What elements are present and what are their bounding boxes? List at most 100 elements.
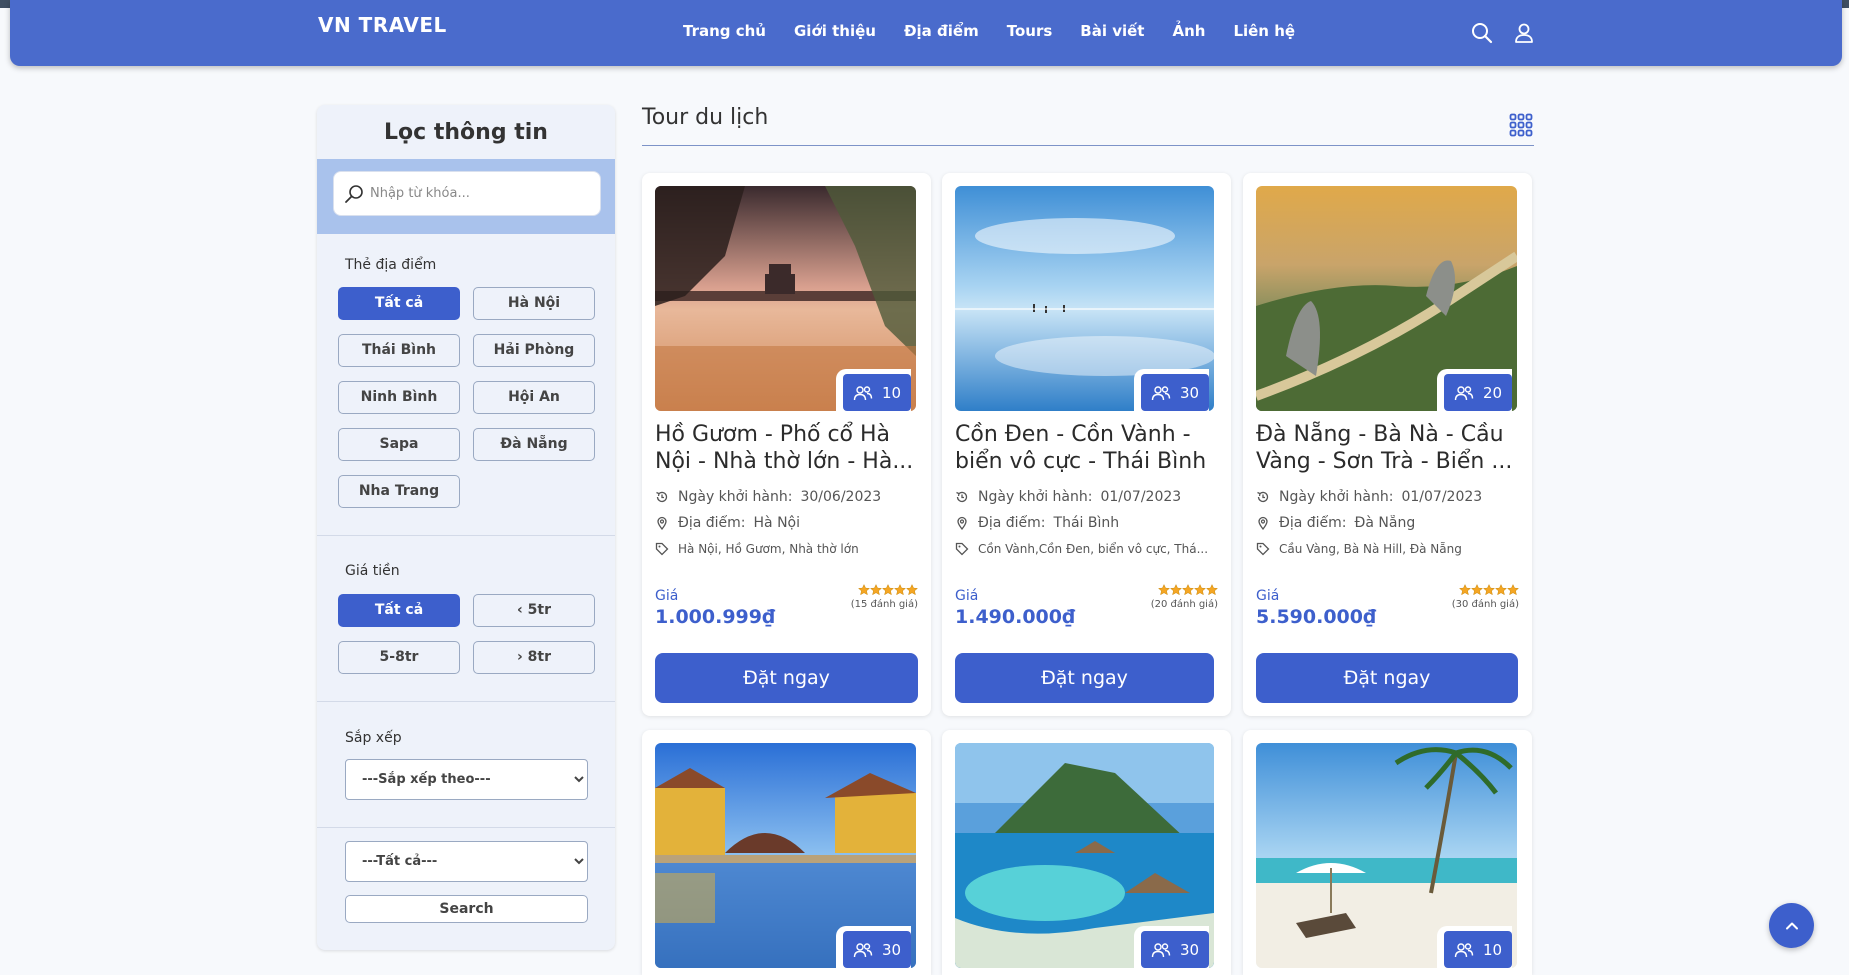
tour-image-ho-guom[interactable]: 10 [655,186,916,411]
filter-sidebar: Lọc thông tin Thẻ địa điểm Tất cả Hà Nội… [317,105,615,950]
location-value: Thái Bình [1053,515,1120,531]
nav-home[interactable]: Trang chủ [683,22,766,40]
star-icon [906,584,918,596]
rating-stars [1459,584,1519,596]
keyword-input[interactable] [370,186,590,201]
site-header: VN TRAVEL Trang chủ Giới thiệu Địa điểm … [10,0,1842,66]
star-icon [1483,584,1495,596]
location-chip-all[interactable]: Tất cả [338,287,460,320]
slots-count: 10 [881,383,902,402]
price-chip-all[interactable]: Tất cả [338,594,460,627]
location-chip-da-nang[interactable]: Đà Nẵng [473,428,595,461]
nav-tours[interactable]: Tours [1007,22,1053,40]
history-icon [1257,491,1269,503]
departure-date: 01/07/2023 [1100,489,1182,505]
price-chip-5-8tr[interactable]: 5-8tr [338,641,460,674]
tour-card[interactable]: 30 Cồn Đen - Cồn Vành - biển vô cực - Th… [942,173,1231,716]
review-count: (20 đánh giá) [1150,599,1218,610]
tour-image-hoi-an[interactable]: 30 [655,743,916,968]
title-underline [642,145,1534,146]
back-to-top-button[interactable] [1769,903,1814,948]
location-chip-hai-phong[interactable]: Hải Phòng [473,334,595,367]
star-icon [1170,584,1182,596]
location-chip-thai-binh[interactable]: Thái Bình [338,334,460,367]
group-icon [1151,942,1171,957]
location-chip-ninh-binh[interactable]: Ninh Bình [338,381,460,414]
location-label: Địa điểm: [1279,515,1347,531]
search-button[interactable]: Search [345,895,588,923]
star-icon [894,584,906,596]
departure-date-row: Ngày khởi hành: 01/07/2023 [1256,489,1521,505]
slots-count: 20 [1482,383,1503,402]
map-pin-icon [657,516,667,530]
book-now-button[interactable]: Đặt ngay [1256,653,1518,703]
slots-badge: 30 [1134,369,1209,411]
star-icon [1507,584,1519,596]
slots-badge: 10 [1437,926,1512,968]
slots-badge: 30 [1134,926,1209,968]
history-icon [956,491,968,503]
location-chip-ha-noi[interactable]: Hà Nội [473,287,595,320]
price-chip-over-8tr-label: 8tr [527,649,551,665]
tags-row: Cồn Vành,Cồn Đen, biển vô cực, Thá... [955,542,1220,556]
star-icon [1459,584,1471,596]
location-row: Địa điểm: Thái Bình [955,515,1220,531]
grid-view-icon[interactable] [1509,113,1533,137]
tour-card[interactable]: 30 [642,730,931,975]
greater-than-icon: › [517,649,528,665]
review-count: (30 đánh giá) [1451,599,1519,610]
location-chip-nha-trang[interactable]: Nha Trang [338,475,460,508]
tour-name[interactable]: Hồ Gươm - Phố cổ Hà Nội - Nhà thờ lớn - … [655,421,920,475]
sidebar-title: Lọc thông tin [384,120,548,145]
sort-select[interactable]: ---Sắp xếp theo--- [345,759,588,800]
tour-image-con-den[interactable]: 30 [955,186,1214,411]
star-icon [1206,584,1218,596]
category-select[interactable]: ---Tất cả--- [345,841,588,882]
location-chip-sapa[interactable]: Sapa [338,428,460,461]
tour-image-da-nang[interactable]: 20 [1256,186,1517,411]
star-icon [1158,584,1170,596]
slots-count: 10 [1482,940,1503,959]
tour-card[interactable]: 30 [942,730,1231,975]
nav-photos[interactable]: Ảnh [1172,22,1205,40]
tour-tags: Cồn Vành,Cồn Đen, biển vô cực, Thá... [978,542,1209,556]
nav-contact[interactable]: Liên hệ [1233,22,1295,40]
book-now-button[interactable]: Đặt ngay [955,653,1214,703]
tour-name[interactable]: Đà Nẵng - Bà Nà - Cầu Vàng - Sơn Trà - B… [1256,421,1521,475]
star-icon [1495,584,1507,596]
tour-tags: Cầu Vàng, Bà Nà Hill, Đà Nẵng [1279,542,1462,556]
tour-image-island-resort[interactable]: 30 [955,743,1214,968]
search-icon[interactable] [1470,21,1494,45]
price-label: Giá [1256,588,1280,604]
nav-about[interactable]: Giới thiệu [794,22,876,40]
keyword-search-box[interactable] [333,171,601,216]
user-icon[interactable] [1512,21,1536,45]
tour-card[interactable]: 10 [1243,730,1532,975]
book-now-button[interactable]: Đặt ngay [655,653,918,703]
nav-destinations[interactable]: Địa điểm [904,22,979,40]
chevron-up-icon [1785,922,1798,929]
tour-card[interactable]: 20 Đà Nẵng - Bà Nà - Cầu Vàng - Sơn Trà … [1243,173,1532,716]
sort-label: Sắp xếp [345,730,402,746]
price-chip-over-8tr[interactable]: › 8tr [473,641,595,674]
location-chip-hoi-an[interactable]: Hội An [473,381,595,414]
magnifier-icon [345,184,363,203]
tour-image-beach[interactable]: 10 [1256,743,1517,968]
star-icon [882,584,894,596]
rating-stars [1158,584,1218,596]
brand-logo[interactable]: VN TRAVEL [318,13,447,37]
tour-price: 5.590.000₫ [1256,606,1377,628]
tag-icon [955,542,969,556]
price-chip-under-5tr[interactable]: ‹ 5tr [473,594,595,627]
star-icon [858,584,870,596]
price-filter-label: Giá tiền [345,563,400,579]
location-value: Hà Nội [753,515,800,531]
star-icon [1471,584,1483,596]
sidebar-divider [317,701,615,702]
location-label: Địa điểm: [978,515,1046,531]
tour-name[interactable]: Cồn Đen - Cồn Vành - biển vô cực - Thái … [955,421,1220,475]
sidebar-search-area [317,159,615,234]
nav-posts[interactable]: Bài viết [1080,22,1144,40]
tour-card[interactable]: 10 Hồ Gươm - Phố cổ Hà Nội - Nhà thờ lớn… [642,173,931,716]
review-count: (15 đánh giá) [850,599,918,610]
